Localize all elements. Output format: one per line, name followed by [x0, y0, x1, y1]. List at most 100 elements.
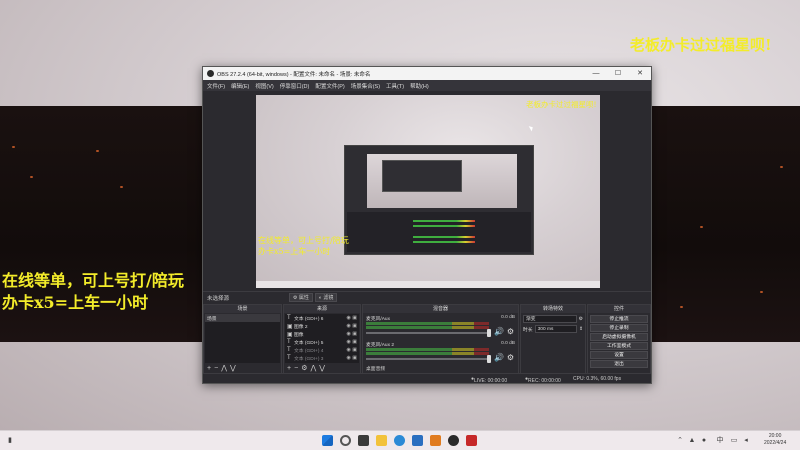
menu-profile[interactable]: 配置文件(P) [315, 82, 344, 90]
volume-meter [366, 322, 489, 325]
filters-button[interactable]: ◐ 滤镜 [314, 293, 338, 302]
settings-button[interactable]: 设置 [590, 351, 648, 359]
transition-type-select[interactable]: 渐变 [523, 315, 577, 323]
app-icon[interactable] [430, 435, 441, 446]
remove-icon[interactable]: − [294, 365, 298, 372]
visibility-lock-icon[interactable]: ◉ ▣ [347, 315, 357, 321]
add-icon[interactable]: + [207, 365, 211, 372]
volume-meter [366, 326, 489, 329]
duration-input[interactable]: 300 ms [534, 325, 577, 333]
language-icon[interactable]: 中 [716, 436, 724, 445]
ember-decoration [120, 186, 123, 188]
sources-list: T 文本 (GDI+) 6 ◉ ▣ ▣ 图像 2 ◉ ▣ ▣ 图像 ◉ ▣ T 文本 (GDI+) … [285, 314, 359, 363]
scenes-list: 场景 [205, 314, 280, 363]
spin-icon[interactable]: ⇕ [579, 327, 583, 332]
move-up-icon[interactable]: ⋀ [310, 364, 316, 372]
exit-button[interactable]: 退出 [590, 360, 648, 368]
stop-recording-button[interactable]: 停止录制 [590, 324, 648, 332]
source-item[interactable]: T 文本 (GDI+) 3 ◉ ▣ [285, 354, 359, 362]
controls-buttons: 停止推流 停止录制 启动虚拟摄像机 工作室模式 设置 退出 [588, 314, 650, 369]
minimize-button[interactable]: — [585, 67, 607, 80]
clock[interactable]: 20:00 2022/4/24 [764, 433, 786, 447]
search-icon[interactable] [340, 435, 351, 446]
source-item[interactable]: T 文本 (GDI+) 4 ◉ ▣ [285, 346, 359, 354]
widgets-icon[interactable]: ▮ [6, 436, 14, 445]
transitions-dock: 转场特效 渐变 ⚙ 时长 300 ms ⇕ [520, 304, 586, 374]
menu-bar: 文件(F) 编辑(E) 视图(V) 停靠窗口(D) 配置文件(P) 场景集合(S… [203, 80, 651, 91]
store-icon[interactable] [412, 435, 423, 446]
menu-scene-collection[interactable]: 场景集合(S) [351, 82, 380, 90]
stream-overlay-text-left: 在线等单，可上号打/陪玩 办卡x5=上车一小时 [2, 270, 184, 314]
speaker-icon[interactable]: 🔊 [494, 327, 504, 336]
tray-app-icon[interactable]: ▲ [688, 436, 696, 445]
overlay-line: 办卡x5=上车一小时 [258, 247, 331, 256]
gear-icon[interactable]: ⚙ [301, 364, 307, 372]
menu-docks[interactable]: 停靠窗口(D) [280, 82, 310, 90]
ember-decoration [96, 150, 99, 152]
source-item[interactable]: ▣ 图像 2 ◉ ▣ [285, 322, 359, 330]
gear-icon[interactable]: ⚙ [507, 327, 514, 336]
volume-slider[interactable] [366, 358, 489, 360]
source-item[interactable]: T 文本 (GDI+) 6 ◉ ▣ [285, 314, 359, 322]
volume-slider[interactable] [366, 332, 489, 334]
volume-icon[interactable]: ◂ [742, 436, 750, 445]
volume-slider-knob[interactable] [487, 355, 491, 363]
gear-icon[interactable]: ⚙ [507, 353, 514, 362]
channel-db: 0.0 dB [501, 341, 515, 346]
move-down-icon[interactable]: ⋁ [230, 364, 236, 372]
scenes-toolbar: + − ⋀ ⋁ [205, 363, 280, 373]
move-down-icon[interactable]: ⋁ [319, 364, 325, 372]
edge-icon[interactable] [394, 435, 405, 446]
overlay-line: 办卡x5=上车一小时 [2, 293, 149, 312]
nested-meter [413, 236, 475, 238]
virtual-camera-button[interactable]: 启动虚拟摄像机 [590, 333, 648, 341]
taskbar: ▮ ⌃ ▲ ● 中 ▭ ◂ 20:00 2022/4/24 [0, 430, 800, 450]
source-label: 图像 2 [294, 324, 308, 330]
tray-app-icon[interactable]: ● [700, 436, 708, 445]
file-explorer-icon[interactable] [376, 435, 387, 446]
controls-dock-title: 控件 [588, 305, 650, 313]
add-icon[interactable]: + [287, 365, 291, 372]
preview-taskbar [256, 281, 600, 288]
volume-meter [366, 348, 489, 351]
gear-icon[interactable]: ⚙ [579, 317, 583, 322]
text-source-icon: T [287, 315, 291, 321]
remove-icon[interactable]: − [214, 365, 218, 372]
stream-overlay-text-top: 老板办卡过过福星呗! [630, 36, 772, 54]
visibility-lock-icon[interactable]: ◉ ▣ [347, 339, 357, 345]
visibility-lock-icon[interactable]: ◉ ▣ [347, 347, 357, 353]
sources-dock: 来源 T 文本 (GDI+) 6 ◉ ▣ ▣ 图像 2 ◉ ▣ ▣ 图像 ◉ ▣ T 文本 (GDI… [283, 304, 361, 374]
visibility-lock-icon[interactable]: ◉ ▣ [347, 331, 357, 337]
preview-canvas[interactable]: 老板办卡过过福星呗! 在线等单，可上号打/陪玩 办卡x5=上车一小时 [256, 95, 600, 288]
scene-item[interactable]: 场景 [205, 314, 280, 322]
visibility-lock-icon[interactable]: ◉ ▣ [347, 355, 357, 361]
speaker-icon[interactable]: 🔊 [494, 353, 504, 362]
maximize-button[interactable]: ☐ [607, 67, 629, 80]
close-button[interactable]: ✕ [629, 67, 651, 80]
menu-edit[interactable]: 编辑(E) [231, 82, 249, 90]
source-item[interactable]: ▣ 图像 ◉ ▣ [285, 330, 359, 338]
source-item[interactable]: T 文本 (GDI+) 5 ◉ ▣ [285, 338, 359, 346]
menu-help[interactable]: 帮助(H) [410, 82, 429, 90]
preview-overlay-text-top: 老板办卡过过福星呗! [526, 100, 597, 109]
menu-view[interactable]: 视图(V) [255, 82, 273, 90]
volume-slider-knob[interactable] [487, 329, 491, 337]
nested-meter [413, 241, 475, 243]
visibility-lock-icon[interactable]: ◉ ▣ [347, 323, 357, 329]
obs-taskbar-icon[interactable] [448, 435, 459, 446]
studio-mode-button[interactable]: 工作室模式 [590, 342, 648, 350]
title-bar[interactable]: OBS 27.2.4 (64-bit, windows) - 配置文件: 未命名… [203, 67, 651, 80]
obs-window: OBS 27.2.4 (64-bit, windows) - 配置文件: 未命名… [202, 66, 652, 384]
volume-meter [366, 352, 489, 355]
move-up-icon[interactable]: ⋀ [221, 364, 227, 372]
app-red-icon[interactable] [466, 435, 477, 446]
properties-button[interactable]: ⚙ 属性 [289, 293, 313, 302]
stop-streaming-button[interactable]: 停止推流 [590, 315, 648, 323]
task-view-icon[interactable] [358, 435, 369, 446]
menu-tools[interactable]: 工具(T) [386, 82, 404, 90]
chevron-up-icon[interactable]: ⌃ [676, 436, 684, 445]
network-icon[interactable]: ▭ [730, 436, 738, 445]
start-icon[interactable] [322, 435, 333, 446]
rec-time: REC: 00:00:00 [528, 378, 561, 384]
menu-file[interactable]: 文件(F) [207, 82, 225, 90]
